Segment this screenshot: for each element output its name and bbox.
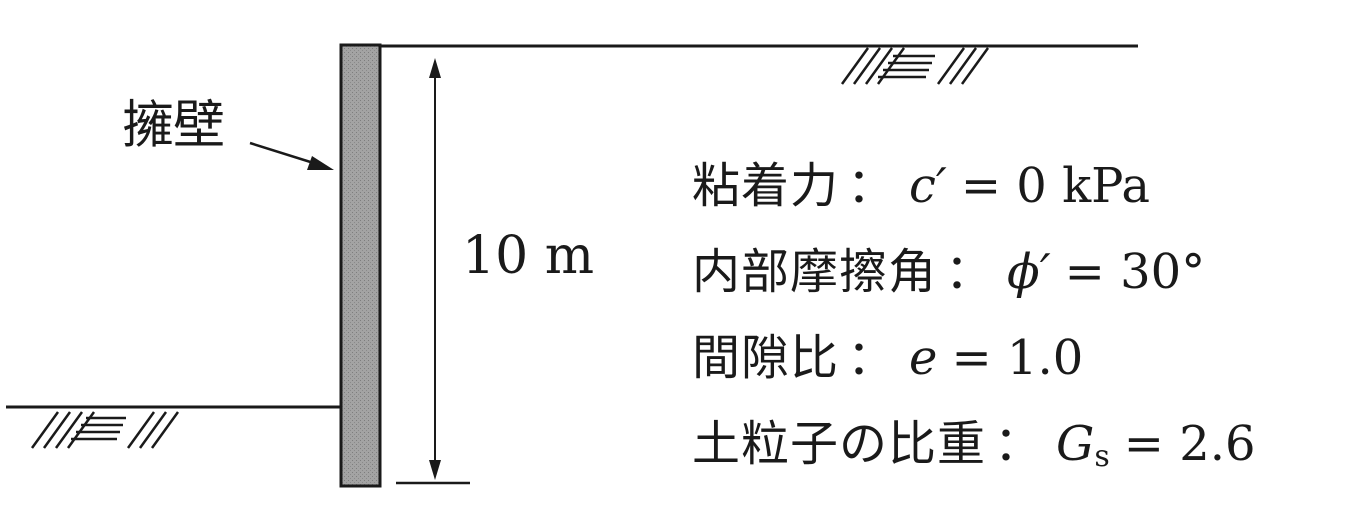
property-symbol: e (909, 330, 938, 386)
property-separator: ： (945, 244, 994, 300)
property-value: = 0 kPa (960, 158, 1150, 214)
property-separator: ： (847, 158, 896, 214)
property-symbol: ϕ′ (1007, 244, 1051, 300)
property-cohesion: 粘着力： c′ = 0 kPa (692, 157, 1342, 243)
property-value: = 1.0 (951, 330, 1084, 386)
height-dimension-line (396, 58, 470, 485)
property-friction-angle: 内部摩擦角： ϕ′ = 30° (692, 243, 1342, 329)
upper-ground-hatching (840, 47, 990, 85)
property-symbol-main: G (1056, 416, 1095, 472)
property-void-ratio: 間隙比： e = 1.0 (692, 329, 1342, 415)
property-label: 内部摩擦角 (692, 244, 938, 300)
property-label: 間隙比 (692, 330, 840, 386)
height-label: 10 m (462, 226, 595, 286)
property-label: 土粒子の比重 (692, 416, 987, 472)
property-value: = 2.6 (1123, 416, 1256, 472)
retaining-wall (339, 43, 382, 488)
property-symbol: Gs (1056, 416, 1110, 474)
lower-ground-hatching (30, 411, 180, 449)
soil-properties: 粘着力： c′ = 0 kPa 内部摩擦角： ϕ′ = 30° 間隙比： e = 1.0 土… (692, 157, 1342, 501)
property-separator: ： (847, 330, 896, 386)
wall-label: 擁壁 (122, 96, 225, 156)
property-value: = 30° (1064, 244, 1206, 300)
property-symbol-subscript: s (1094, 439, 1110, 474)
property-symbol: c′ (909, 158, 947, 214)
property-label: 粘着力 (692, 158, 840, 214)
wall-leader-arrow (249, 141, 334, 170)
property-specific-gravity: 土粒子の比重： Gs = 2.6 (692, 415, 1342, 501)
property-separator: ： (994, 416, 1043, 472)
